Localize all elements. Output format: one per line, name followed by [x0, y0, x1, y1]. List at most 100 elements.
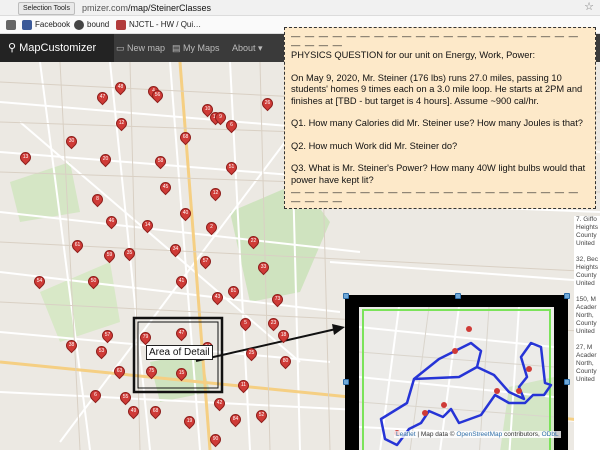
marker-label: 14 [144, 222, 151, 228]
marker-label: 26 [264, 100, 271, 106]
marker-label: 54 [36, 278, 43, 284]
question-heading: PHYSICS QUESTION for our unit on Energy,… [291, 50, 536, 60]
result-line: County [576, 368, 597, 375]
bookmark-facebook[interactable]: Facebook [22, 19, 70, 31]
result-line: 150, M [576, 296, 596, 303]
resize-handle[interactable] [564, 293, 570, 299]
marker-label: 38 [68, 342, 75, 348]
result-line: County [576, 232, 597, 239]
resize-handle[interactable] [564, 379, 570, 385]
marker-label: 45 [162, 184, 169, 190]
bookmark-label: Facebook [35, 20, 71, 29]
marker-label: 30 [68, 138, 75, 144]
marker-label: 22 [250, 238, 257, 244]
marker-label: 68 [182, 134, 189, 140]
marker-label: 13 [22, 154, 29, 160]
marker-label: 35 [126, 250, 133, 256]
marker-label: 12 [212, 190, 219, 196]
result-line: United [576, 280, 595, 287]
my-maps-label: My Maps [183, 43, 220, 53]
marker-label: 34 [172, 246, 179, 252]
attribution-text: contributors, [502, 431, 542, 438]
result-line: County [576, 272, 597, 279]
marker-label: 55 [122, 394, 129, 400]
globe-icon [74, 20, 84, 30]
marker-label: 2 [210, 224, 213, 230]
result-line: Heights [576, 264, 599, 271]
my-maps-link[interactable]: ▤ My Maps [172, 43, 220, 53]
question-q1: Q1. How many Calories did Mr. Steiner us… [291, 118, 583, 128]
brand-logo[interactable]: ⚲ MapCustomizer [0, 34, 114, 62]
marker-label: 5 [244, 320, 247, 326]
results-column: 7. Giffo Heights County United 32, Bec H… [574, 216, 600, 450]
marker-label: 42 [216, 400, 223, 406]
marker-label: 51 [228, 164, 235, 170]
marker-label: 19 [186, 418, 193, 424]
marker-label: 6 [94, 392, 97, 398]
attribution-text: | Map data © [415, 431, 457, 438]
facebook-icon [22, 20, 32, 30]
bookmark-njctl[interactable]: NJCTL - HW / Qui… [116, 19, 201, 31]
marker-label: 18 [280, 332, 287, 338]
result-line: Heights [576, 224, 599, 231]
dash-rule: — — — — — — — — — — — — — — — — — — — — … [291, 31, 579, 50]
osm-link[interactable]: OpenStreetMap [456, 431, 502, 438]
url-text[interactable]: pmizer.com/map/SteinerClasses [82, 2, 211, 14]
url-bar[interactable]: Selection Tools pmizer.com/map/SteinerCl… [0, 0, 600, 16]
about-menu[interactable]: About ▾ [232, 43, 263, 53]
marker-label: 41 [178, 278, 185, 284]
marker-label: 59 [106, 252, 113, 258]
url-domain: pmizer.com [82, 3, 129, 13]
dash-rule: — — — — — — — — — — — — — — — — — — — — … [291, 187, 579, 206]
result-line: Acader [576, 352, 597, 359]
marker-label: 40 [182, 210, 189, 216]
marker-label: 50 [90, 278, 97, 284]
marker-label: 48 [117, 84, 124, 90]
leaflet-link[interactable]: Leaflet [396, 431, 416, 438]
new-map-link[interactable]: ▭ New map [116, 43, 165, 53]
resize-handle[interactable] [343, 293, 349, 299]
marker-label: 43 [214, 294, 221, 300]
marker-label: 8 [96, 196, 99, 202]
result-entry[interactable]: 150, M Acader North, County United [576, 296, 600, 336]
bookmark-label: NJCTL - HW / Qui… [129, 20, 202, 29]
result-line: United [576, 376, 595, 383]
marker-label: 80 [282, 358, 289, 364]
marker-label: 79 [142, 334, 149, 340]
resize-handle[interactable] [343, 379, 349, 385]
apps-icon[interactable] [6, 19, 16, 31]
route-map [359, 307, 554, 450]
marker-label: 49 [130, 408, 137, 414]
njctl-icon [116, 20, 126, 30]
resize-handle[interactable] [455, 293, 461, 299]
selection-tools-tooltip: Selection Tools [18, 2, 75, 15]
detail-inset[interactable] [343, 293, 570, 450]
url-path: /map/SteinerClasses [128, 3, 212, 13]
marker-label: 53 [98, 348, 105, 354]
bookmark-label: bound [87, 20, 110, 29]
result-entry[interactable]: 32, Bec Heights County United [576, 256, 600, 288]
question-q2: Q2. How much Work did Mr. Steiner do? [291, 140, 458, 151]
result-entry[interactable]: 7. Giffo Heights County United [576, 216, 600, 248]
marker-label: 75 [148, 368, 155, 374]
marker-label: 57 [202, 258, 209, 264]
marker-label: 23 [270, 320, 277, 326]
result-line: Acader [576, 304, 597, 311]
marker-label: 58 [157, 158, 164, 164]
brand-name: MapCustomizer [19, 42, 97, 54]
result-line: 27, M [576, 344, 593, 351]
area-of-detail-label: Area of Detail [146, 345, 213, 360]
result-entry[interactable]: 27, M Acader North, County United [576, 344, 600, 384]
result-line: 7. Giffo [576, 216, 597, 223]
odbl-link[interactable]: ODbL [542, 431, 559, 438]
marker-label: 6 [230, 122, 233, 128]
marker-label: 52 [258, 412, 265, 418]
result-line: North, [576, 360, 594, 367]
marker-label: 15 [178, 370, 185, 376]
bookmark-bound[interactable]: bound [74, 19, 109, 31]
result-line: 32, Bec [576, 256, 599, 263]
result-line: North, [576, 312, 594, 319]
bookmark-star-icon[interactable]: ☆ [584, 1, 594, 14]
physics-question-box: — — — — — — — — — — — — — — — — — — — — … [284, 27, 596, 209]
marker-label: 68 [152, 408, 159, 414]
